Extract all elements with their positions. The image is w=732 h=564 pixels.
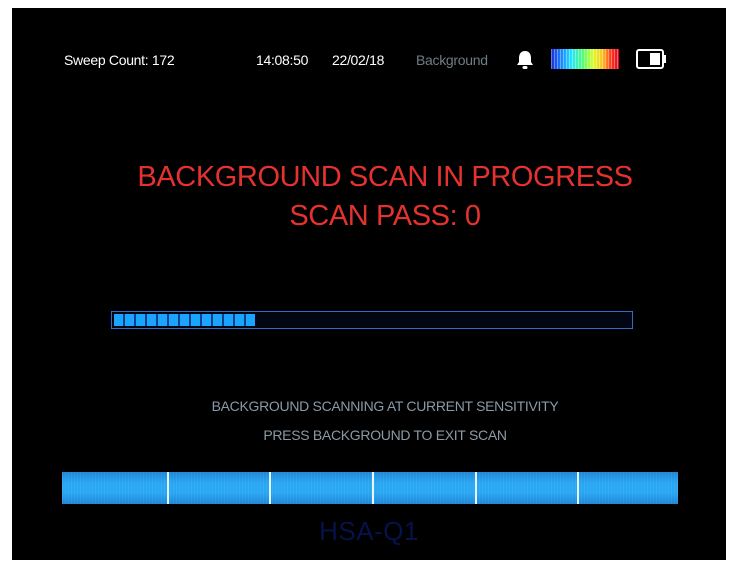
scan-status-title: BACKGROUND SCAN IN PROGRESS <box>137 161 633 193</box>
signal-bar-divider <box>167 472 169 504</box>
info-exit-hint: PRESS BACKGROUND TO EXIT SCAN <box>263 427 507 443</box>
mode-indicator: Background <box>416 52 488 68</box>
signal-bar-divider <box>475 472 477 504</box>
scan-progress-bar <box>111 311 633 329</box>
color-palette-icon <box>551 49 619 69</box>
signal-level-bar <box>62 472 678 504</box>
model-watermark: HSA-Q1 <box>319 516 419 546</box>
bell-icon <box>514 49 536 71</box>
device-screen: Sweep Count: 172 14:08:50 22/02/18 Backg… <box>12 8 726 560</box>
signal-bar-divider <box>372 472 374 504</box>
scan-pass-count: SCAN PASS: 0 <box>289 200 481 232</box>
clock-date: 22/02/18 <box>332 52 385 68</box>
sweep-count: Sweep Count: 172 <box>64 52 175 68</box>
battery-icon <box>636 48 668 70</box>
clock-time: 14:08:50 <box>256 52 309 68</box>
status-bar: Sweep Count: 172 14:08:50 22/02/18 Backg… <box>12 8 726 108</box>
signal-bar-divider <box>269 472 271 504</box>
scan-progress-fill <box>114 314 255 326</box>
info-sensitivity: BACKGROUND SCANNING AT CURRENT SENSITIVI… <box>211 398 559 414</box>
signal-bar-texture <box>62 472 678 504</box>
signal-bar-divider <box>577 472 579 504</box>
